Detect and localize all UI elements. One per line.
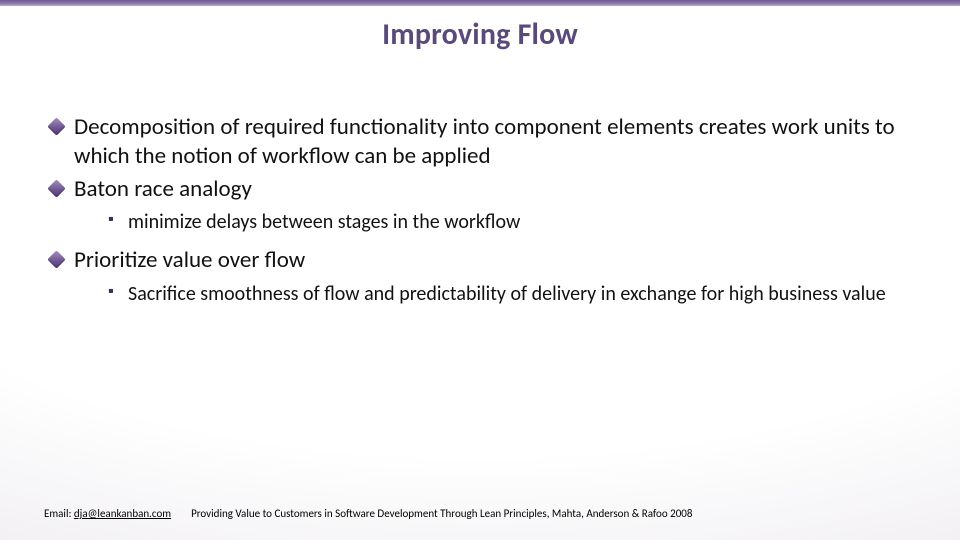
bullet-item: Baton race analogy minimize delays betwe… (44, 175, 916, 237)
sub-bullet-list: minimize delays between stages in the wo… (74, 209, 916, 236)
slide-content: Decomposition of required functionality … (0, 53, 960, 308)
email-link[interactable]: dja@leankanban.com (74, 507, 171, 520)
bullet-text: Decomposition of required functionality … (74, 113, 895, 170)
sub-bullet-text: minimize delays between stages in the wo… (128, 210, 520, 234)
slide-title: Improving Flow (0, 6, 960, 53)
sub-bullet-list: Sacrifice smoothness of flow and predict… (74, 281, 916, 308)
sub-bullet-text: Sacrifice smoothness of flow and predict… (128, 282, 886, 306)
bullet-text: Baton race analogy (74, 175, 252, 203)
bullet-item: Prioritize value over flow Sacrifice smo… (44, 246, 916, 308)
sub-bullet-item: Sacrifice smoothness of flow and predict… (74, 281, 916, 308)
footer-citation: Providing Value to Customers in Software… (191, 507, 692, 520)
email-label: Email: (44, 507, 74, 520)
footer: Email: dja@leankanban.com Providing Valu… (44, 507, 916, 520)
slide: Improving Flow Decomposition of required… (0, 0, 960, 540)
bullet-text: Prioritize value over flow (74, 246, 305, 274)
bullet-item: Decomposition of required functionality … (44, 113, 916, 171)
sub-bullet-item: minimize delays between stages in the wo… (74, 209, 916, 236)
email-block: Email: dja@leankanban.com (44, 507, 171, 520)
bullet-list: Decomposition of required functionality … (44, 113, 916, 308)
